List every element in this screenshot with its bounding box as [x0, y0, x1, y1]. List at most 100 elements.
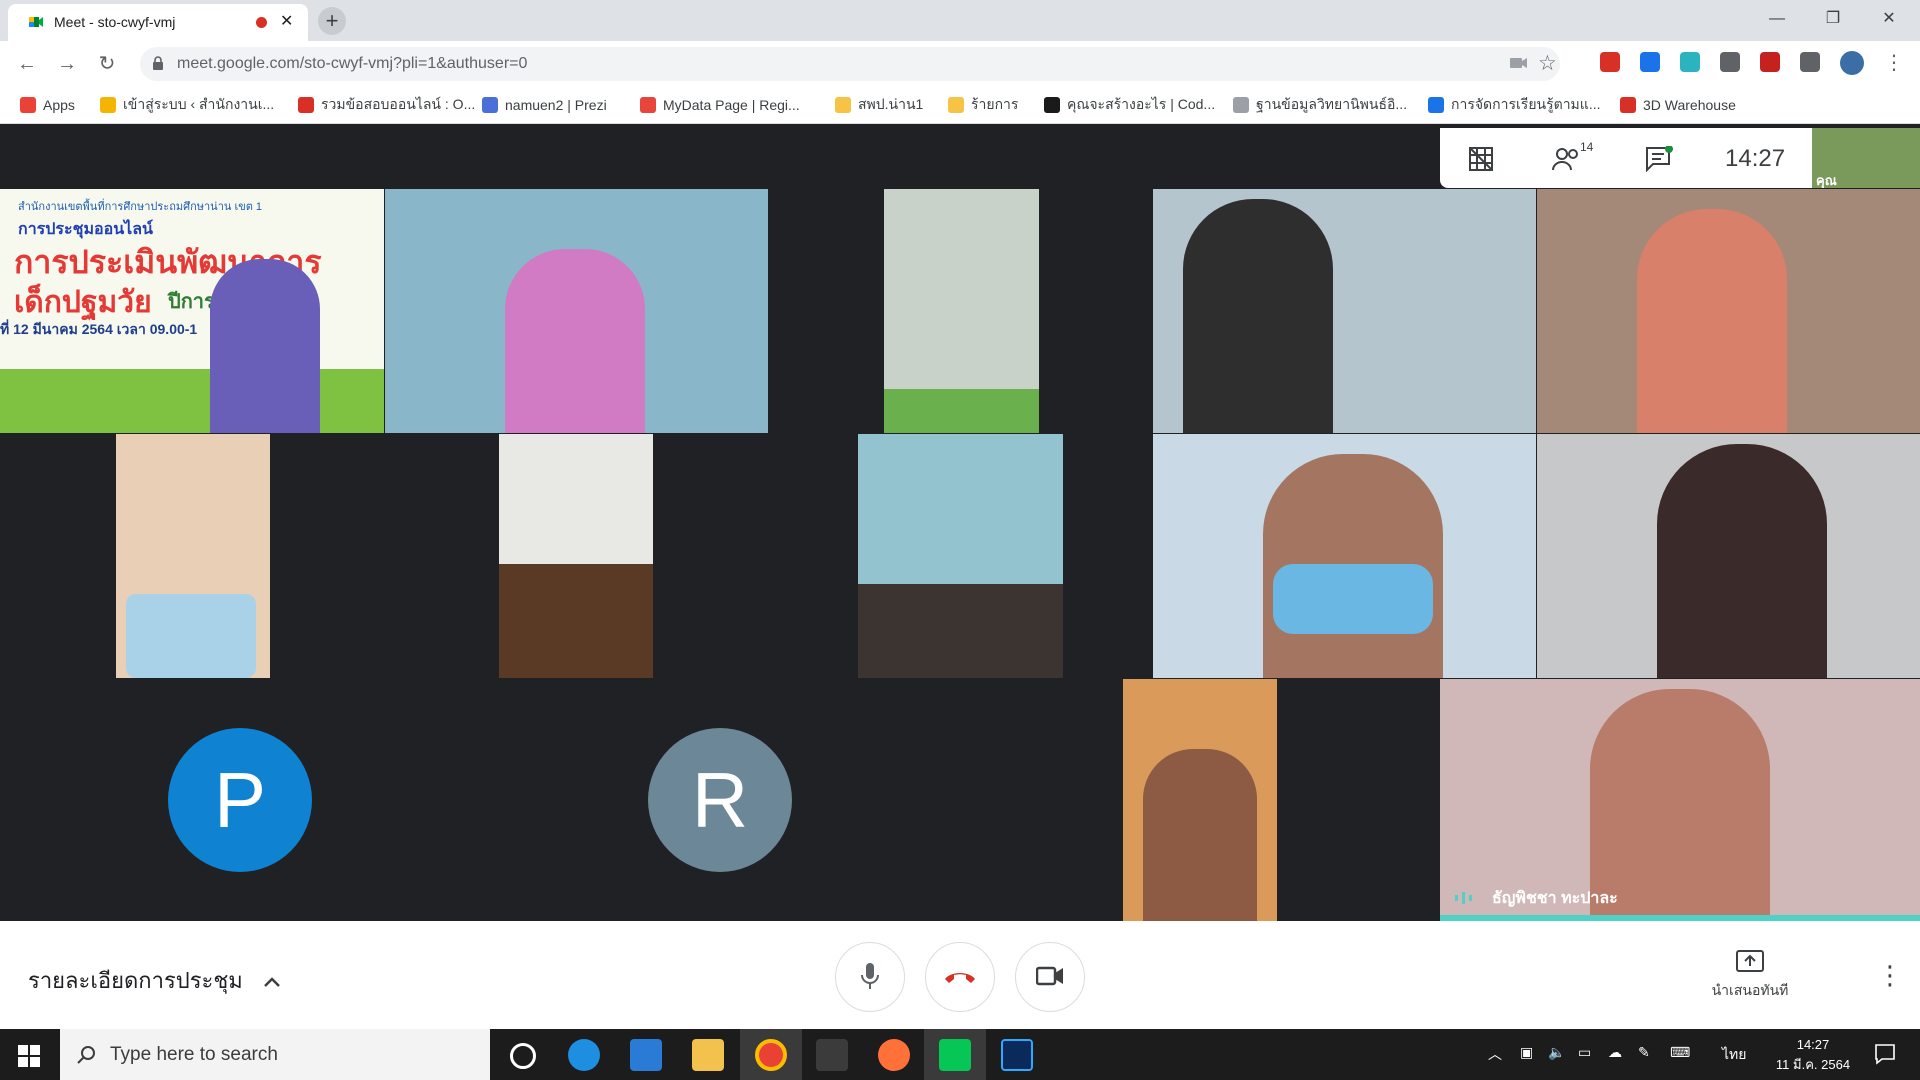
chrome-icon[interactable] [755, 1039, 787, 1071]
profile-avatar[interactable] [1840, 51, 1864, 75]
window-close-button[interactable]: ✕ [1866, 4, 1912, 34]
back-button[interactable]: ← [12, 49, 42, 79]
more-options-icon[interactable]: ⋮ [1877, 960, 1903, 991]
bookmark-item[interactable]: สพป.น่าน1 [835, 95, 923, 115]
pdf-extension-icon[interactable] [1600, 52, 1620, 72]
input-language[interactable]: ไทย [1722, 1044, 1746, 1066]
notion-icon[interactable] [816, 1039, 848, 1071]
taskbar-clock[interactable]: 14:27 11 มี.ค. 2564 [1768, 1035, 1858, 1075]
participant-tile-banner[interactable]: สำนักงานเขตพื้นที่การศึกษาประถมศึกษาน่าน… [0, 189, 384, 433]
lock-icon [153, 56, 163, 70]
self-view-tile[interactable]: คุณ [1812, 128, 1920, 188]
bookmark-item[interactable]: รวมข้อสอบออนไลน์ : O... [298, 95, 475, 115]
participant-avatar-p[interactable]: P [168, 728, 312, 872]
bookmark-item[interactable]: Apps [20, 95, 75, 115]
bookmark-label: รวมข้อสอบออนไลน์ : O... [321, 96, 476, 112]
meeting-details-button[interactable]: รายละเอียดการประชุม [28, 963, 281, 998]
notification-icon[interactable] [1874, 1043, 1896, 1065]
bookmark-item[interactable]: 3D Warehouse [1620, 95, 1736, 115]
bookmark-item[interactable]: การจัดการเรียนรู้ตามแ... [1428, 95, 1600, 115]
self-label: คุณ [1816, 173, 1837, 188]
windows-start-icon[interactable] [18, 1045, 40, 1067]
bookmark-item[interactable]: คุณจะสร้างอะไร | Cod... [1044, 95, 1215, 115]
battery-icon[interactable]: ▭ [1578, 1044, 1591, 1061]
forward-button[interactable]: → [52, 49, 82, 79]
present-screen-icon [1736, 950, 1764, 972]
tab-meet[interactable]: Meet - sto-cwyf-vmj ✕ [8, 4, 308, 41]
chrome-menu-icon[interactable]: ⋮ [1884, 50, 1904, 75]
bookmark-favicon-icon [640, 97, 656, 113]
present-now-button[interactable]: นำเสนอทันที [1700, 946, 1800, 1006]
speaking-indicator-icon [1455, 892, 1472, 904]
bookmark-favicon-icon [298, 97, 314, 113]
participant-tile[interactable] [116, 434, 270, 678]
participant-tile[interactable] [1537, 189, 1920, 433]
bookmark-favicon-icon [1233, 97, 1249, 113]
active-speaker-tile[interactable]: ธัญพิชชา ทะปาละ [1440, 679, 1920, 919]
participant-tile[interactable] [1153, 434, 1536, 678]
camera-permission-icon[interactable] [1510, 56, 1528, 70]
line-app-icon[interactable] [939, 1039, 971, 1071]
grid-extension-icon[interactable] [1720, 52, 1740, 72]
participant-tile[interactable] [1153, 189, 1536, 433]
participant-tile[interactable] [1123, 679, 1277, 921]
tray-chevron-icon[interactable]: ︿ [1488, 1044, 1502, 1064]
tray-camera-icon[interactable]: ▣ [1520, 1044, 1533, 1061]
participant-tile[interactable] [499, 434, 653, 678]
bookmark-item[interactable]: MyData Page | Regi... [640, 95, 800, 115]
tab-close-icon[interactable]: ✕ [280, 11, 293, 31]
bookmark-star-icon[interactable]: ☆ [1538, 51, 1557, 76]
bookmark-label: สพป.น่าน1 [858, 96, 924, 112]
bookmark-label: Apps [43, 97, 75, 113]
volume-icon[interactable]: 🔈 [1548, 1044, 1565, 1061]
onedrive-icon[interactable]: ☁ [1608, 1044, 1622, 1061]
cloud-extension-icon[interactable] [1680, 52, 1700, 72]
bookmark-favicon-icon [1620, 97, 1636, 113]
camera-button[interactable] [1015, 942, 1085, 1012]
keyboard-icon[interactable]: ⌨ [1670, 1044, 1690, 1061]
bookmark-label: การจัดการเรียนรู้ตามแ... [1451, 96, 1601, 112]
file-explorer-icon[interactable] [692, 1039, 724, 1071]
bookmark-extension-icon[interactable] [1640, 52, 1660, 72]
meeting-clock: 14:27 [1725, 145, 1786, 172]
bookmark-item[interactable]: ร้ายการ [948, 95, 1018, 115]
participant-tile[interactable] [858, 434, 1063, 678]
new-tab-button[interactable]: + [318, 7, 346, 35]
tab-title: Meet - sto-cwyf-vmj [54, 14, 176, 30]
participant-tile[interactable] [385, 189, 768, 433]
bookmark-item[interactable]: namuen2 | Prezi [482, 95, 607, 115]
people-icon[interactable] [1552, 146, 1582, 172]
bookmark-item[interactable]: เข้าสู่ระบบ ‹ สำนักงานเ... [100, 95, 274, 115]
bookmark-favicon-icon [1044, 97, 1060, 113]
mail-icon[interactable] [630, 1039, 662, 1071]
bookmark-favicon-icon [100, 97, 116, 113]
bookmark-label: namuen2 | Prezi [505, 97, 607, 113]
taskbar-search[interactable]: Type here to search [60, 1029, 490, 1080]
address-bar[interactable]: meet.google.com/sto-cwyf-vmj?pli=1&authu… [140, 47, 1560, 81]
vm-extension-icon[interactable] [1760, 52, 1780, 72]
meeting-info-panel: 14 14:27 [1440, 128, 1812, 188]
video-camera-icon [1036, 966, 1063, 986]
bookmark-favicon-icon [482, 97, 498, 113]
hang-up-button[interactable] [925, 942, 995, 1012]
reload-button[interactable]: ↻ [92, 49, 122, 79]
hang-up-icon [945, 973, 975, 983]
banner-line1: สำนักงานเขตพื้นที่การศึกษาประถมศึกษาน่าน… [18, 201, 263, 213]
participant-tile[interactable] [884, 189, 1039, 433]
speaker-name-label: ธัญพิชชา ทะปาละ [1492, 890, 1618, 907]
participant-tile[interactable] [1537, 434, 1920, 678]
maximize-button[interactable]: ❐ [1810, 4, 1856, 34]
cortana-icon[interactable] [510, 1043, 536, 1069]
photoshop-icon[interactable] [1001, 1039, 1033, 1071]
microphone-button[interactable] [835, 942, 905, 1012]
edge-icon[interactable] [568, 1039, 600, 1071]
participant-avatar-r[interactable]: R [648, 728, 792, 872]
minimize-button[interactable]: — [1754, 4, 1800, 34]
layout-grid-icon[interactable] [1468, 146, 1494, 172]
puzzle-extensions-icon[interactable] [1800, 52, 1820, 72]
pen-icon[interactable]: ✎ [1638, 1044, 1650, 1061]
bookmark-item[interactable]: ฐานข้อมูลวิทยานิพนธ์อิ... [1233, 95, 1407, 115]
firefox-icon[interactable] [878, 1039, 910, 1071]
banner-line6: ที่ 12 มีนาคม 2564 เวลา 09.00-1 [0, 321, 198, 337]
chat-icon[interactable] [1645, 146, 1673, 172]
